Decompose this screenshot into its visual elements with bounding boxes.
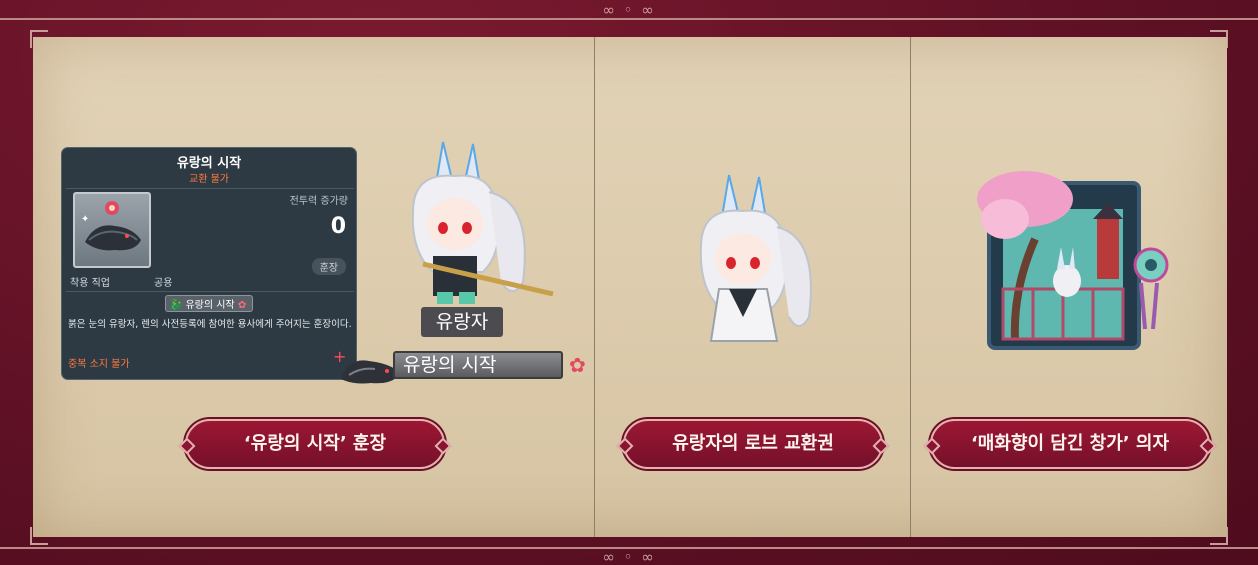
chair-icon: [977, 171, 1169, 350]
ornament-icon: ∞ ◦ ∞: [602, 1, 656, 19]
svg-text:✦: ✦: [81, 214, 89, 225]
character-name-tag: 유랑자: [421, 307, 503, 337]
medal-preview: 🐉 유랑의 시작 ✿: [62, 295, 356, 312]
medal-tag: + 유랑의 시작 ✿: [333, 347, 586, 387]
category-badge: 훈장: [311, 258, 346, 275]
dragon-icon: 🐉: [169, 300, 183, 311]
tooltip-warning: 중복 소지 불가: [68, 359, 130, 370]
job-label: 착용 직업: [70, 278, 110, 289]
medal-chip: 🐉 유랑의 시작 ✿: [164, 295, 254, 312]
flower-icon: ✿: [237, 300, 247, 311]
combat-power-label: 전투력 증가량: [289, 196, 348, 207]
medal-icon: ✦: [73, 192, 151, 268]
item-tooltip: 유랑의 시작 교환 불가 ✦ 전투력 증가량 0 훈장 착용 직업 공용 🐉 유…: [61, 147, 357, 380]
reward-banner-medal: ‘유랑의 시작’ 훈장: [185, 419, 445, 469]
panel-divider: [594, 37, 595, 537]
combat-power-value: 0: [330, 214, 346, 239]
medal-chip-label: 유랑의 시작: [185, 300, 235, 311]
character-sprite: [699, 174, 812, 342]
job-value: 공용: [154, 278, 173, 289]
reward-panel: 유랑의 시작 교환 불가 ✦ 전투력 증가량 0 훈장 착용 직업 공용 🐉 유…: [33, 37, 1227, 537]
character-sprite: [411, 141, 554, 304]
tooltip-description: 붉은 눈의 유랑자, 렌의 사전등록에 참여한 용사에게 주어지는 훈장이다.: [68, 319, 352, 330]
tooltip-divider: [66, 291, 354, 292]
panel-divider: [910, 37, 911, 537]
tooltip-divider: [66, 188, 354, 189]
reward-banner-robe: 유랑자의 로브 교환권: [623, 419, 883, 469]
reward-banner-chair: ‘매화향이 담긴 창가’ 의자: [930, 419, 1210, 469]
medal-tag-label: 유랑의 시작: [393, 351, 563, 379]
tooltip-title: 유랑의 시작: [176, 156, 242, 171]
flower-icon: ✿: [569, 353, 586, 377]
tooltip-trade-status: 교환 불가: [189, 174, 229, 185]
ornament-icon: ∞ ◦ ∞: [602, 548, 656, 565]
